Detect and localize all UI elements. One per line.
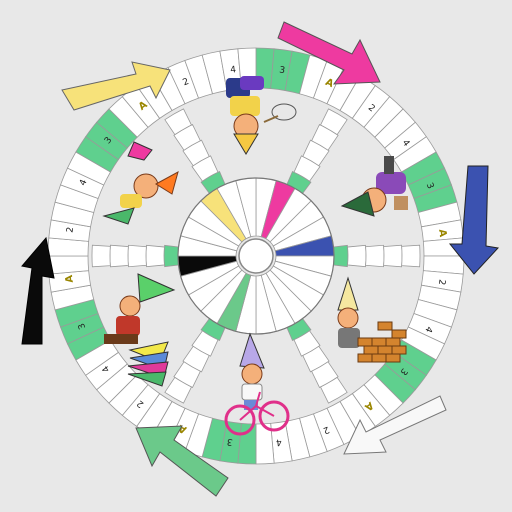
center-circle — [238, 238, 274, 274]
spoke-cell — [91, 244, 111, 268]
track-cell — [47, 255, 90, 275]
spoke-cell — [383, 244, 403, 268]
spoke-cell — [127, 244, 147, 268]
track-label: A — [64, 274, 76, 283]
spoke-cell — [109, 244, 129, 268]
track-label: A — [436, 229, 448, 238]
board-svg: 3A243A243A243A243A243A24 — [0, 0, 512, 512]
spoke-cell — [145, 244, 165, 268]
spoke-cell — [347, 244, 367, 268]
spoke-cell — [365, 244, 385, 268]
spoke-cell — [401, 244, 421, 268]
game-board: 3A243A243A243A243A243A24 — [0, 0, 512, 512]
